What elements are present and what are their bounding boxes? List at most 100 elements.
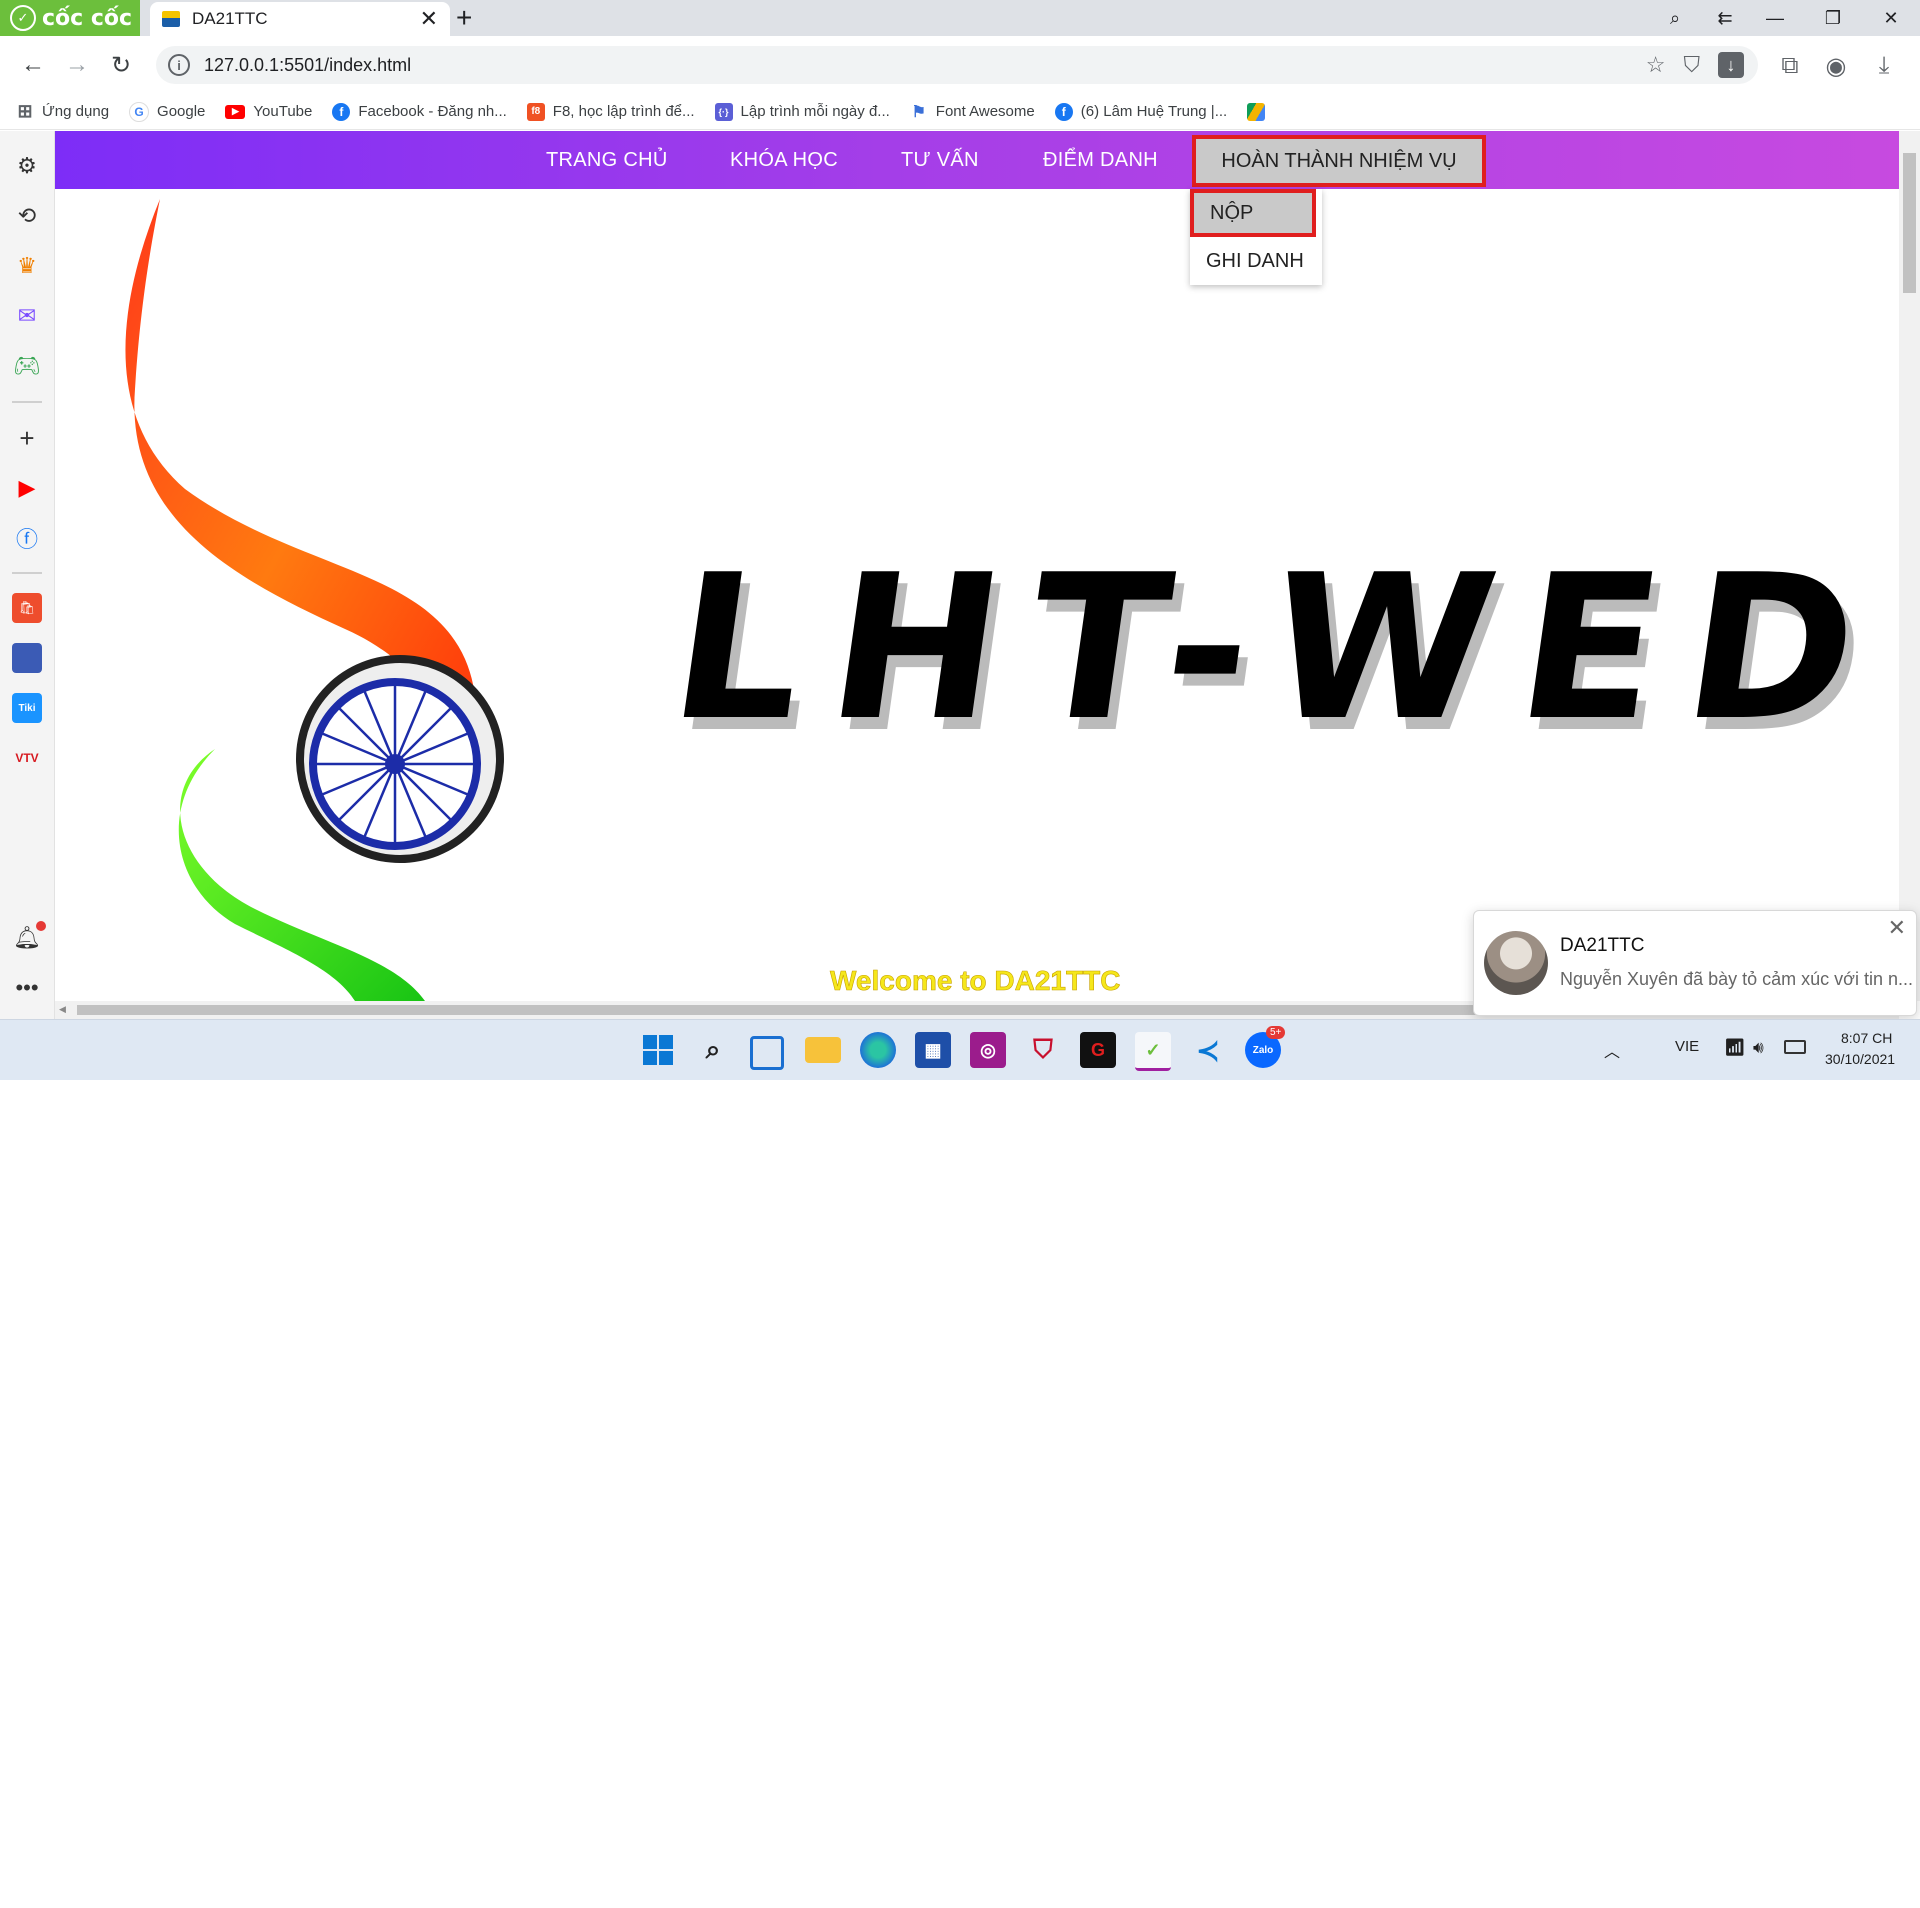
wifi-icon[interactable]: 📶︎ [1724,1038,1746,1058]
shield-icon[interactable]: ⛉ [1683,52,1700,78]
site-info-icon[interactable]: i [168,54,190,76]
clock-time[interactable]: 8:07 CH [1841,1030,1892,1046]
tab-search-icon[interactable]: ⌕ [1652,0,1698,36]
tiki-icon[interactable]: Tiki [12,693,42,723]
add-shortcut-icon[interactable]: + [12,423,42,453]
vtv-go-icon[interactable]: VTV [12,743,42,773]
windows-taskbar: ⌕ ▦ ◎ ⛉ G ✓ ≺ Zalo 5+ ︿ VIE 📶︎ 🔊︎ 8:07 C… [0,1019,1920,1080]
mcafee-icon[interactable]: ⛉ [1025,1032,1061,1068]
site-favicon-icon [162,11,180,27]
bookmark-item[interactable]: {·} Lập trình mỗi ngày đ... [714,102,890,121]
scroll-left-icon[interactable]: ◀ [59,1004,66,1015]
zalo-badge: 5+ [1266,1026,1286,1039]
reload-button[interactable]: ↻ [104,48,138,82]
sidebar-divider [12,401,42,403]
bookmark-label: Google [157,103,206,120]
url-text[interactable]: 127.0.0.1:5501/index.html [204,55,1646,76]
bookmark-item[interactable]: f8 F8, học lập trình để... [526,102,695,121]
vertical-scrollbar[interactable] [1899,131,1920,1001]
input-language[interactable]: VIE [1675,1038,1699,1055]
start-button[interactable] [640,1032,676,1068]
close-icon[interactable]: ✕ [1888,915,1906,941]
hero-title: LHT-WED [658,532,1899,765]
store-icon[interactable]: ▦ [915,1032,951,1068]
windows-logo-icon [643,1035,673,1065]
coccoc-menu-button[interactable]: ✓ cốc cốc [0,0,140,36]
youtube-icon: ▶ [225,104,246,119]
crown-icon[interactable]: ♛ [12,251,42,281]
bookmark-label: (6) Lâm Huệ Trung |... [1080,103,1228,120]
bookmark-item[interactable]: f (6) Lâm Huệ Trung |... [1054,102,1228,121]
search-icon[interactable]: ⌕ [695,1032,731,1068]
clock-date[interactable]: 30/10/2021 [1825,1051,1895,1067]
game-app-icon[interactable] [12,643,42,673]
avatar [1484,931,1548,995]
address-bar[interactable]: i 127.0.0.1:5501/index.html ☆ ⛉ ↓ [156,46,1758,84]
bookmark-label: F8, học lập trình để... [552,103,695,120]
bookmark-item[interactable]: ⚑ Font Awesome [910,103,1035,121]
nav-tu-van[interactable]: TƯ VẤN [901,131,979,189]
battery-icon[interactable] [1784,1040,1806,1054]
forward-button[interactable]: → [60,48,94,82]
messenger-icon[interactable]: ✉ [12,301,42,331]
file-explorer-icon[interactable] [805,1037,841,1063]
facebook-icon: f [332,102,351,121]
bookmark-item[interactable]: ▶ YouTube [225,103,312,120]
screen: ✓ cốc cốc DA21TTC ✕ + ⌕ ⇇ — ❐ ✕ ← → ↻ i … [0,0,1920,1080]
app-icon[interactable]: ◎ [970,1032,1006,1068]
settings-gear-icon[interactable]: ⚙ [12,151,42,181]
history-icon[interactable]: ⟲ [12,201,42,231]
more-icon[interactable]: ••• [12,973,42,1003]
back-button[interactable]: ← [16,48,50,82]
nav-khoa-hoc[interactable]: KHÓA HỌC [730,131,838,189]
tab-da21ttc[interactable]: DA21TTC ✕ [150,2,450,36]
widgets-icon[interactable] [750,1036,784,1070]
google-drive-icon [1247,102,1266,121]
notification-toast[interactable]: DA21TTC Nguyễn Xuyên đã bày tỏ cảm xúc v… [1473,910,1917,1016]
new-tab-button[interactable]: + [456,2,472,34]
edge-icon[interactable] [860,1032,896,1068]
close-window-button[interactable]: ✕ [1868,0,1914,36]
flame-logo-icon [125,199,504,1001]
profile-icon[interactable]: ◉ [1820,50,1852,82]
youtube-icon[interactable]: ▶ [12,473,42,503]
savefrom-download-icon[interactable]: ↓ [1718,52,1744,78]
notification-dot [36,921,46,931]
minimize-button[interactable]: — [1752,0,1798,36]
garena-icon[interactable]: G [1080,1032,1116,1068]
shopee-icon[interactable]: 🛍︎ [12,593,42,623]
bookmark-label: Ứng dụng [42,103,110,120]
dropdown-item-ghi-danh[interactable]: GHI DANH [1190,237,1322,285]
hero-banner: LHT-WED Welcome to DA21TTC [55,189,1899,1001]
restore-button[interactable]: ❐ [1810,0,1856,36]
downloads-icon[interactable]: ⤓ [1868,50,1900,82]
site-navbar: TRANG CHỦ KHÓA HỌC TƯ VẤN ĐIỂM DANH HOÀN… [55,131,1899,189]
nav-diem-danh[interactable]: ĐIỂM DANH [1043,131,1158,189]
dropdown-item-nop[interactable]: NỘP [1190,189,1316,237]
facebook-icon[interactable]: ⓕ [12,523,42,553]
nav-hoan-thanh-nhiem-vu[interactable]: HOÀN THÀNH NHIỆM VỤ [1192,135,1486,187]
sidebar-divider [12,572,42,574]
apps-grid-icon: ⊞ [17,101,33,121]
welcome-text: Welcome to DA21TTC [830,965,1121,997]
bookmark-item[interactable]: f Facebook - Đăng nh... [332,102,507,121]
bookmark-star-icon[interactable]: ☆ [1646,52,1666,78]
vertical-scrollbar-thumb[interactable] [1903,153,1916,293]
google-icon: G [129,101,150,122]
web-content: TRANG CHỦ KHÓA HỌC TƯ VẤN ĐIỂM DANH HOÀN… [55,131,1899,1001]
tab-close-icon[interactable]: ✕ [420,6,438,32]
nav-trang-chu[interactable]: TRANG CHỦ [546,131,668,189]
volume-icon[interactable]: 🔊︎ [1753,1038,1764,1058]
coccoc-taskbar-icon[interactable]: ✓ [1135,1032,1171,1071]
bookmark-item[interactable]: ⊞ Ứng dụng [16,101,110,121]
dropdown-menu: NỘP GHI DANH [1190,189,1322,285]
bookmark-item[interactable] [1247,102,1266,121]
extensions-icon[interactable]: ⧉ [1774,50,1806,82]
brand-label: cốc cốc [42,5,133,31]
back-forward-icon[interactable]: ⇇ [1702,0,1748,36]
gamepad-icon[interactable]: 🎮︎ [12,351,42,381]
show-hidden-icons-icon[interactable]: ︿ [1604,1038,1620,1062]
bookmark-item[interactable]: G Google [129,101,206,122]
browser-toolbar: ← → ↻ i 127.0.0.1:5501/index.html ☆ ⛉ ↓ … [0,36,1920,94]
vscode-icon[interactable]: ≺ [1190,1032,1226,1068]
